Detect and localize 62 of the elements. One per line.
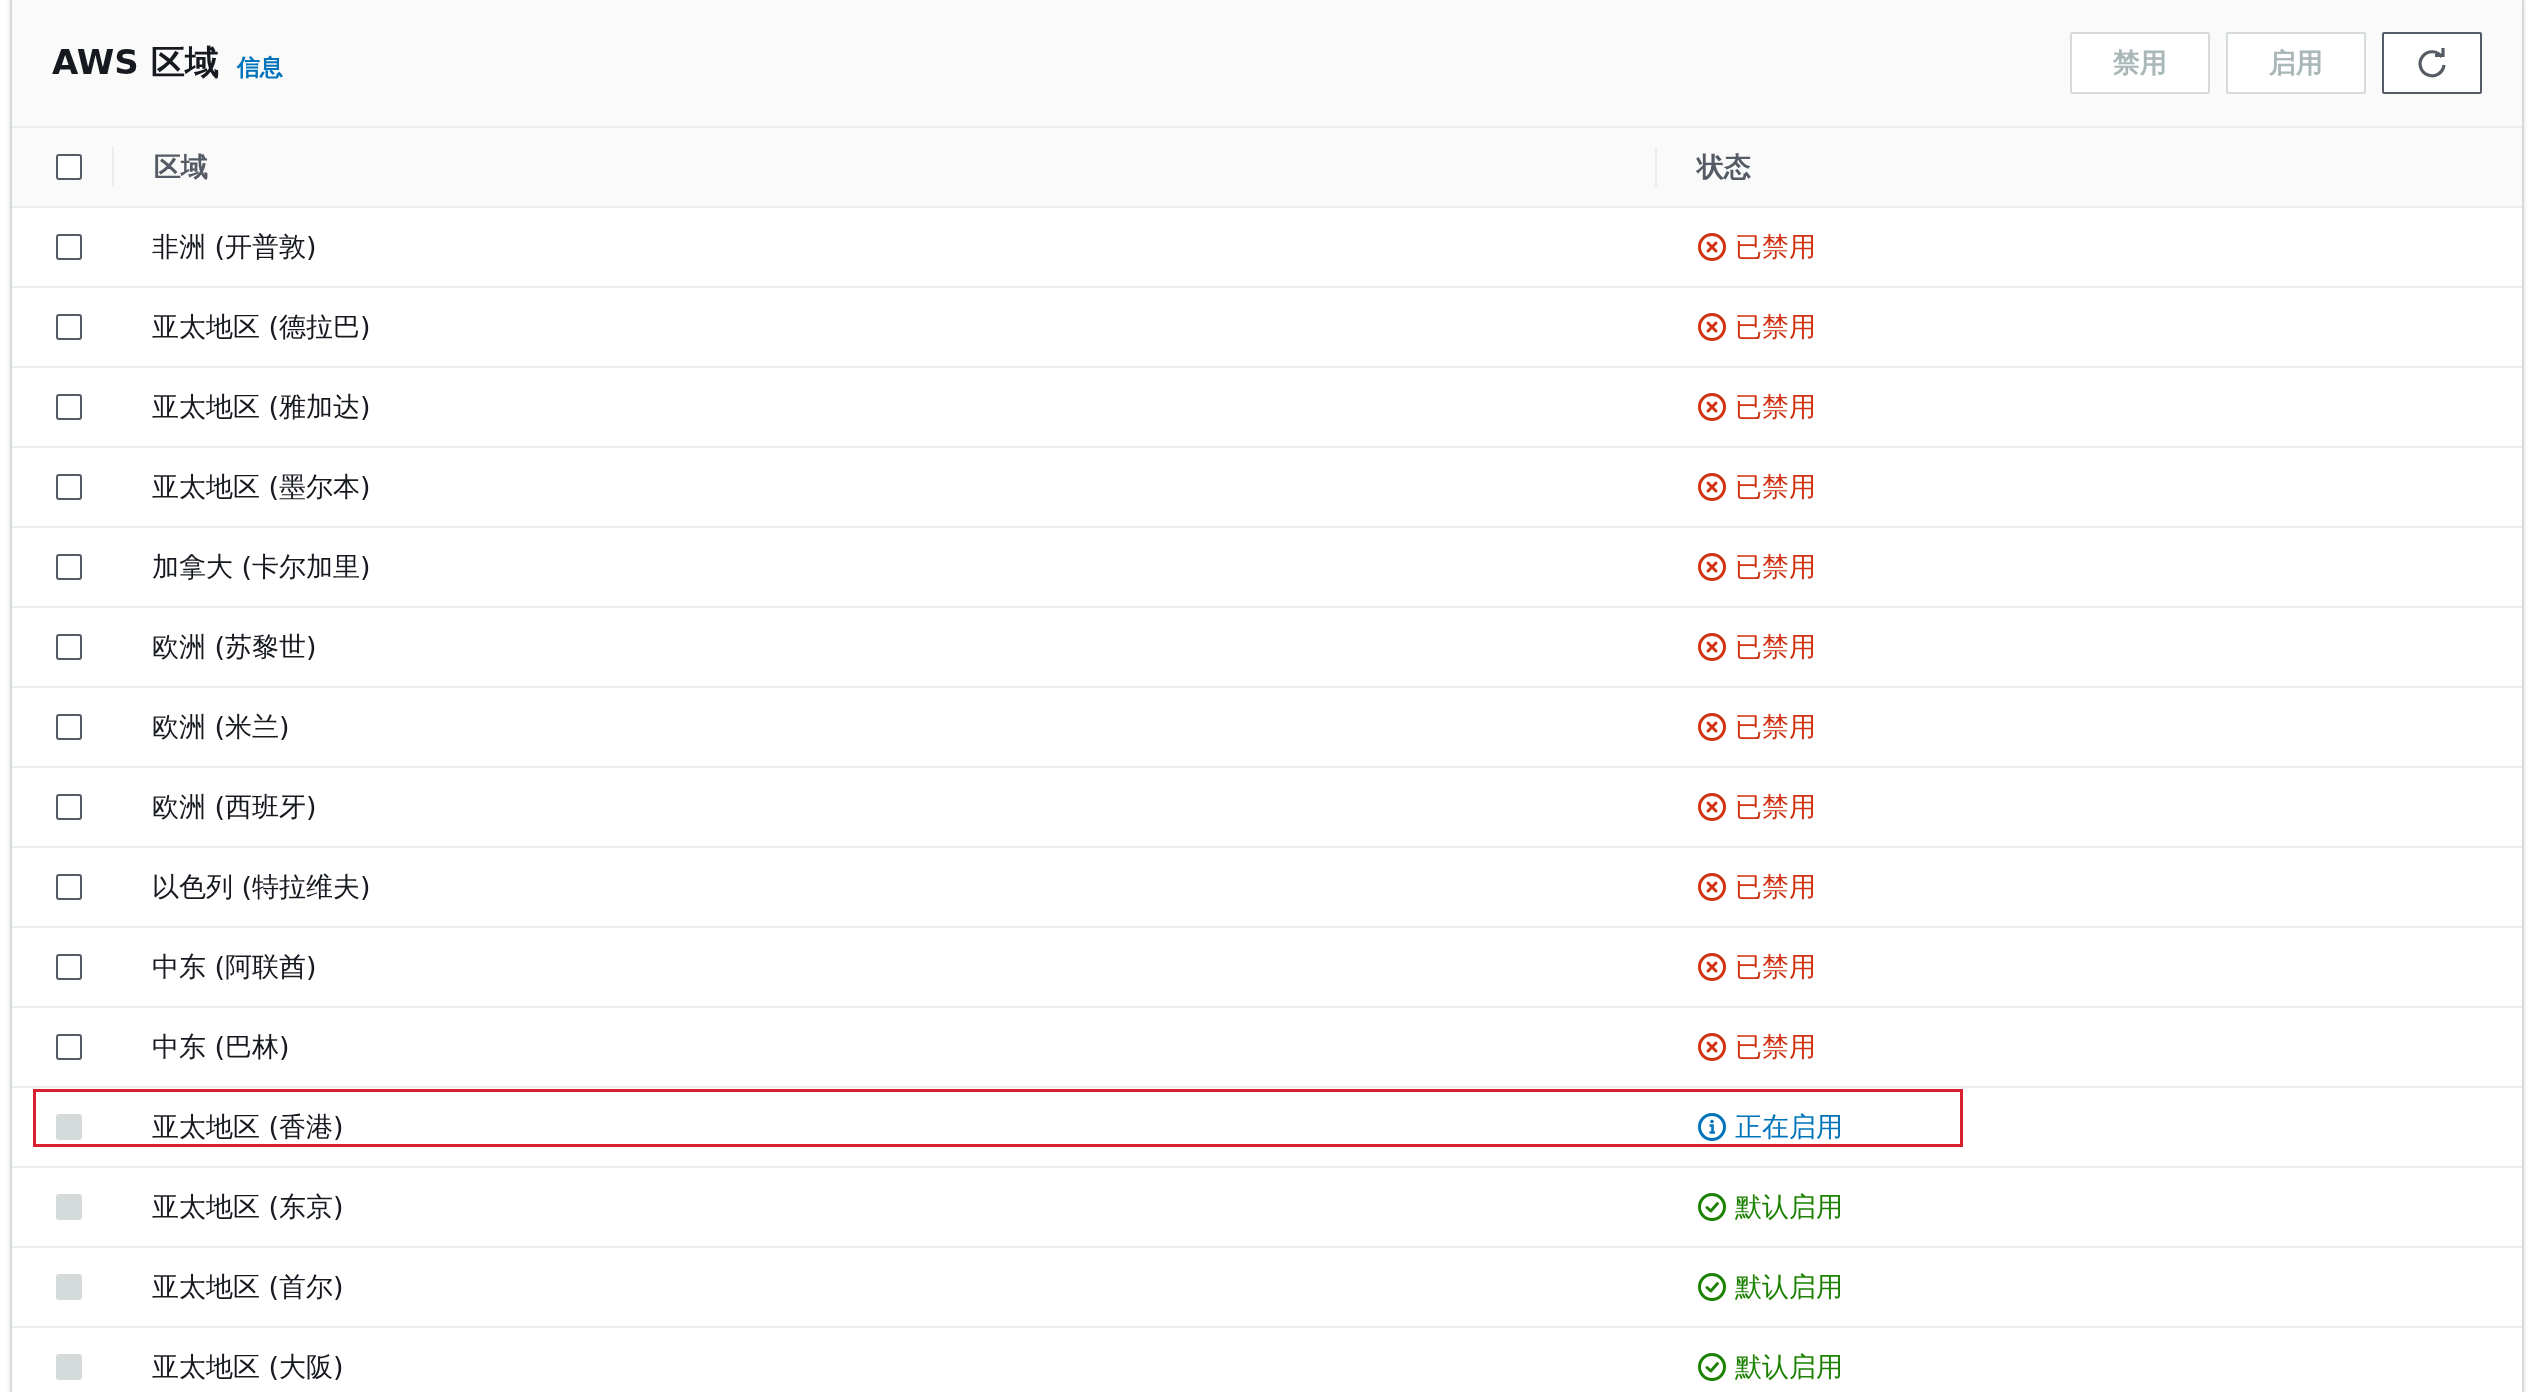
x-circle-icon: [1697, 312, 1727, 342]
region-name: 欧洲 (西班牙): [151, 790, 318, 824]
status-text: 已禁用: [1735, 550, 1816, 584]
status-text: 已禁用: [1735, 950, 1816, 984]
row-checkbox[interactable]: [56, 954, 82, 980]
region-name: 亚太地区 (德拉巴): [151, 310, 372, 344]
status-text: 已禁用: [1735, 310, 1816, 344]
region-name: 亚太地区 (首尔): [151, 1270, 345, 1304]
check-circle-icon: [1697, 1192, 1727, 1222]
status-text: 默认启用: [1735, 1350, 1843, 1384]
status-text: 已禁用: [1735, 790, 1816, 824]
status-text: 正在启用: [1735, 1110, 1843, 1144]
region-name: 以色列 (特拉维夫): [151, 870, 372, 904]
row-checkbox[interactable]: [56, 474, 82, 500]
region-name: 欧洲 (苏黎世): [151, 630, 318, 664]
row-checkbox[interactable]: [56, 234, 82, 260]
row-checkbox[interactable]: [56, 874, 82, 900]
x-circle-icon: [1697, 952, 1727, 982]
row-checkbox[interactable]: [56, 554, 82, 580]
status-text: 已禁用: [1735, 1030, 1816, 1064]
select-all-checkbox[interactable]: [56, 154, 82, 180]
panel-title: AWS 区域: [52, 41, 219, 84]
status-text: 已禁用: [1735, 870, 1816, 904]
status-text: 已禁用: [1735, 630, 1816, 664]
region-name: 亚太地区 (大阪): [151, 1350, 345, 1384]
column-header: 区域: [153, 150, 209, 184]
region-name: 中东 (巴林): [151, 1030, 291, 1064]
row-checkbox[interactable]: [56, 1034, 82, 1060]
x-circle-icon: [1697, 712, 1727, 742]
status-text: 已禁用: [1735, 470, 1816, 504]
region-name: 亚太地区 (雅加达): [151, 390, 372, 424]
x-circle-icon: [1697, 552, 1727, 582]
x-circle-icon: [1697, 472, 1727, 502]
check-circle-icon: [1697, 1352, 1727, 1382]
row-checkbox[interactable]: [56, 394, 82, 420]
region-name: 亚太地区 (东京): [151, 1190, 345, 1224]
column-header: 状态: [1695, 150, 1751, 184]
row-checkbox[interactable]: [56, 714, 82, 740]
row-checkbox[interactable]: [56, 314, 82, 340]
region-name: 欧洲 (米兰): [151, 710, 291, 744]
status-text: 已禁用: [1735, 390, 1816, 424]
refresh-button[interactable]: [2382, 32, 2482, 94]
x-circle-icon: [1697, 792, 1727, 822]
region-name: 加拿大 (卡尔加里): [151, 550, 372, 584]
region-name: 非洲 (开普敦): [151, 230, 318, 264]
status-text: 已禁用: [1735, 230, 1816, 264]
info-circle-icon: [1697, 1112, 1727, 1142]
x-circle-icon: [1697, 632, 1727, 662]
region-name: 亚太地区 (墨尔本): [151, 470, 372, 504]
row-checkbox[interactable]: [56, 634, 82, 660]
region-name: 中东 (阿联酋): [151, 950, 318, 984]
x-circle-icon: [1697, 872, 1727, 902]
check-circle-icon: [1697, 1272, 1727, 1302]
status-text: 已禁用: [1735, 710, 1816, 744]
x-circle-icon: [1697, 232, 1727, 262]
row-checkbox[interactable]: [56, 794, 82, 820]
x-circle-icon: [1697, 392, 1727, 422]
x-circle-icon: [1697, 1032, 1727, 1062]
info-link[interactable]: 信息: [236, 51, 283, 83]
region-name: 亚太地区 (香港): [151, 1110, 345, 1144]
status-text: 默认启用: [1735, 1270, 1843, 1304]
status-text: 默认启用: [1735, 1190, 1843, 1224]
